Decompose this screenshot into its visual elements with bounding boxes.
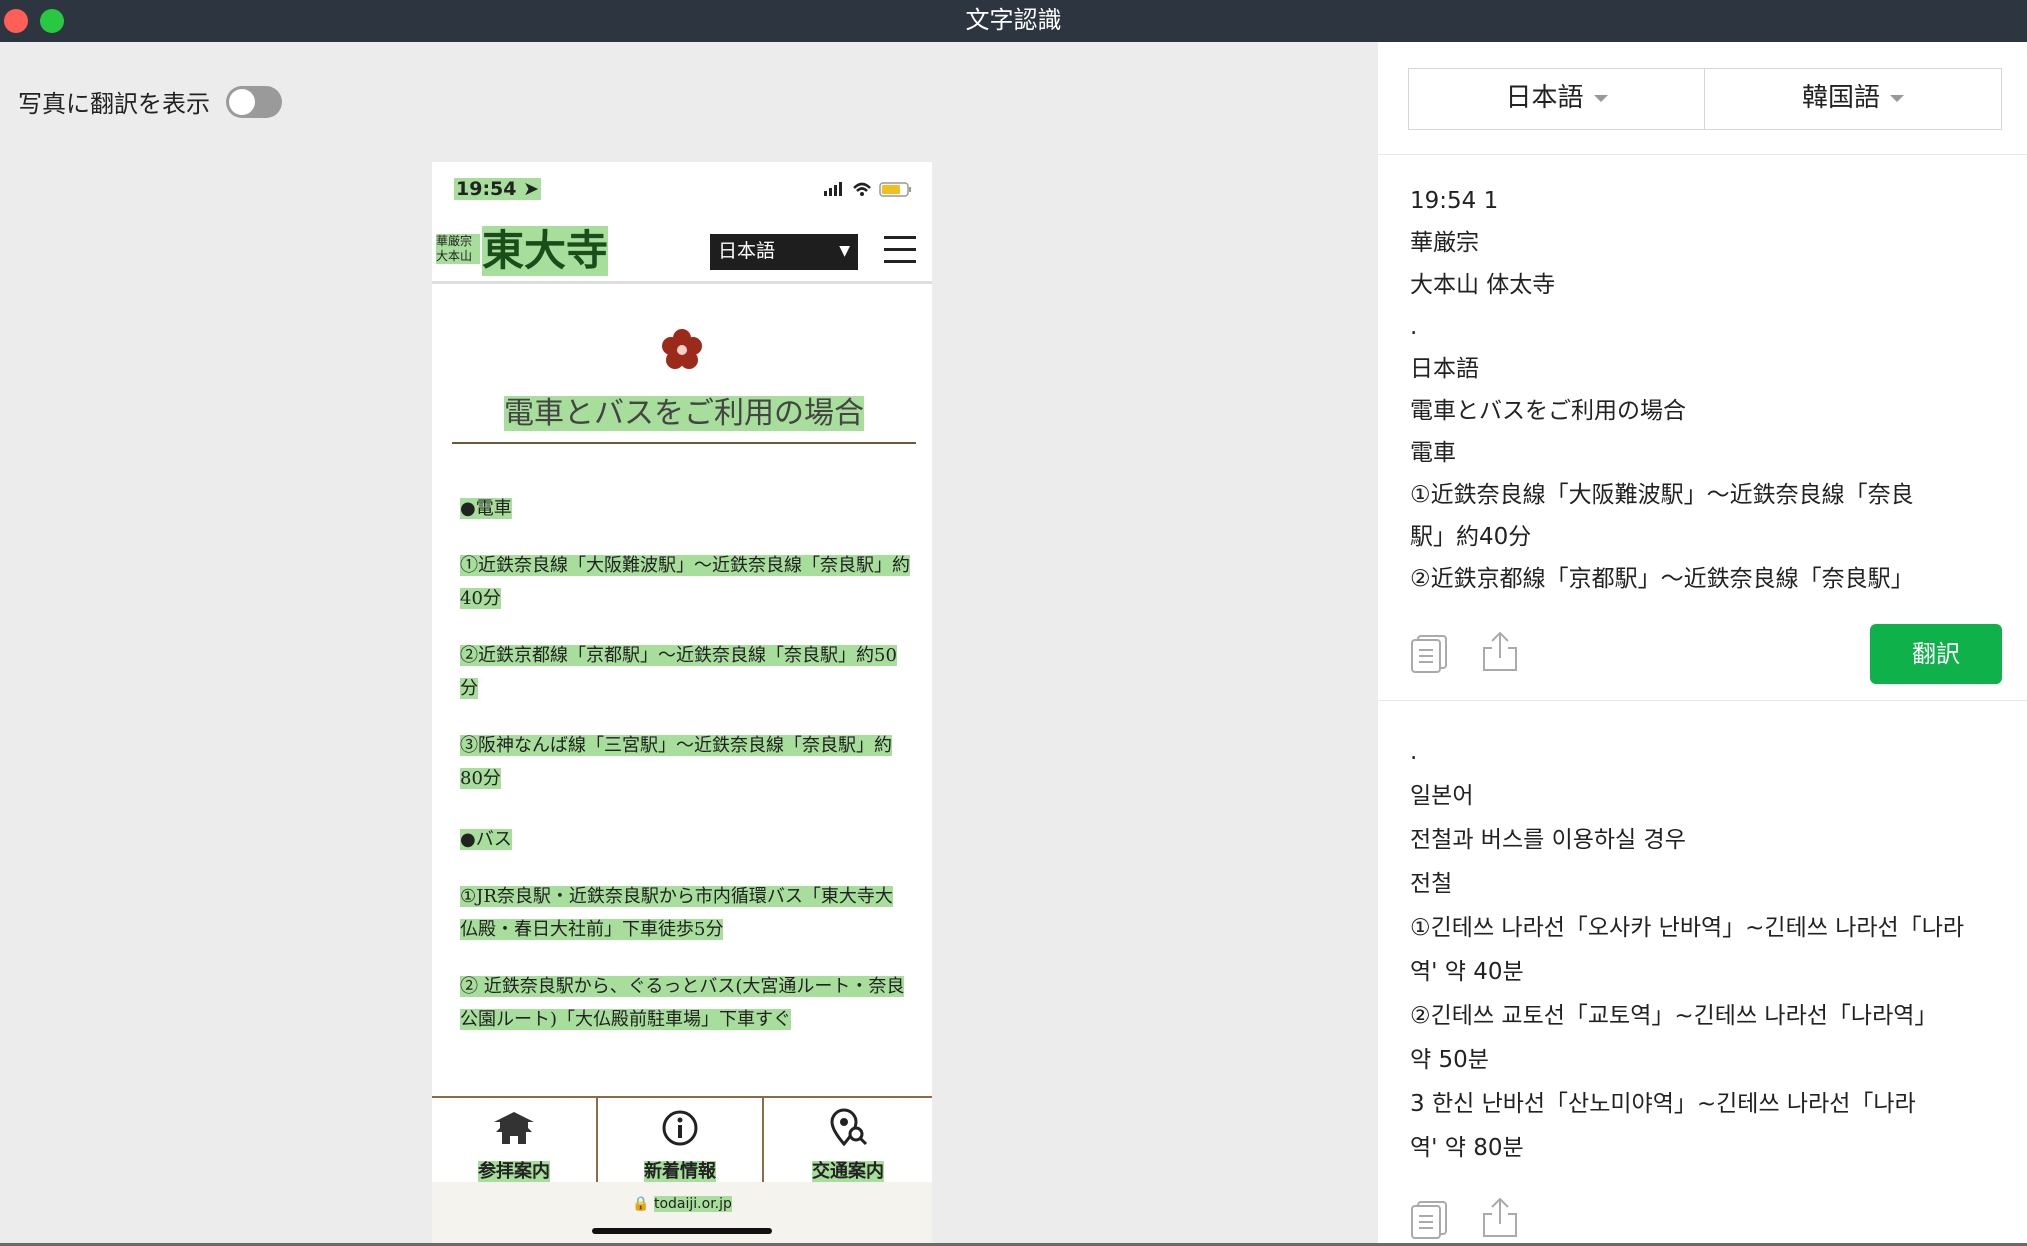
window-titlebar: 文字認識 — [0, 0, 2027, 42]
toggle-knob — [229, 89, 255, 115]
copy-icon[interactable] — [1408, 1196, 1452, 1240]
source-line: 電車 — [1410, 440, 1456, 466]
source-text[interactable]: 19:54 1 華厳宗 大本山 体太寺 . 日本語 電車とバスをご利用の場合 電… — [1410, 180, 1990, 600]
target-line: 역' 약 40분 — [1410, 959, 1524, 985]
target-line: 3 한신 난바선「산노미야역」~긴테쓰 나라선「나라 — [1410, 1091, 1916, 1117]
language-selector: 日本語 韓国語 — [1408, 68, 2002, 130]
source-line: 電車とバスをご利用の場合 — [1410, 398, 1686, 424]
phone-screenshot: 19:54 ➤ 華厳宗 大本山 東大寺 日本語 ▼ 電車とバスをご利用の場合 ●電… — [432, 162, 932, 1246]
section-bus: ●バス — [460, 829, 512, 850]
info-icon — [662, 1110, 698, 1146]
tab-visit-guide[interactable]: 参拝案内 — [432, 1098, 598, 1182]
window-title: 文字認識 — [965, 6, 1062, 34]
bottom-tab-bar: 参拝案内 新着情報 交通案内 — [432, 1096, 932, 1182]
tab-access[interactable]: 交通案内 — [764, 1098, 932, 1182]
source-line: 駅」約40分 — [1410, 524, 1532, 550]
map-pin-search-icon — [830, 1108, 868, 1147]
tab-news[interactable]: 新着情報 — [598, 1098, 764, 1182]
hamburger-menu-icon[interactable] — [884, 236, 916, 266]
signal-icon — [824, 182, 842, 196]
status-icons — [824, 182, 911, 197]
target-line: 전철 — [1410, 871, 1453, 897]
target-line: ②긴테쓰 교토선「교토역」~긴테쓰 나라선「나라역」 — [1410, 1003, 1938, 1029]
divider — [1378, 700, 2027, 701]
target-line: . — [1410, 739, 1418, 765]
list-item: ①近鉄奈良線「大阪難波駅」〜近鉄奈良線「奈良駅」約40分 — [460, 555, 910, 609]
translation-pane: 日本語 韓国語 19:54 1 華厳宗 大本山 体太寺 . 日本語 電車とバスを… — [1378, 42, 2027, 1246]
temple-icon — [494, 1112, 534, 1144]
share-icon[interactable] — [1478, 630, 1522, 674]
target-line: 역' 약 80분 — [1410, 1135, 1524, 1161]
translate-button[interactable]: 翻訳 — [1870, 624, 2002, 684]
source-line: 大本山 体太寺 — [1410, 272, 1556, 298]
list-item: ② 近鉄奈良駅から、ぐるっとバス(大宮通ルート・奈良公園ルート)「大仏殿前駐車場… — [460, 976, 905, 1030]
list-item: ②近鉄京都線「京都駅」〜近鉄奈良線「奈良駅」約50分 — [460, 645, 897, 699]
copy-icon[interactable] — [1408, 630, 1452, 674]
target-line: 약 50분 — [1410, 1047, 1489, 1073]
flower-emblem-icon — [662, 329, 702, 369]
chevron-down-icon — [1890, 95, 1904, 102]
target-language-dropdown[interactable]: 韓国語 — [1705, 69, 2001, 129]
list-item: ①JR奈良駅・近鉄奈良駅から市内循環バス「東大寺大仏殿・春日大社前」下車徒歩5分 — [460, 886, 893, 940]
site-logo[interactable]: 東大寺 — [482, 226, 609, 276]
share-icon[interactable] — [1478, 1196, 1522, 1240]
wifi-icon — [853, 182, 871, 196]
section-train: ●電車 — [460, 498, 512, 519]
target-line: ①긴테쓰 나라선「오사카 난바역」~긴테쓰 나라선「나라 — [1410, 915, 1965, 941]
source-line: 華厳宗 — [1410, 230, 1479, 256]
target-line: 전철과 버스를 이용하실 경우 — [1410, 827, 1686, 853]
show-translation-toggle[interactable] — [226, 86, 282, 118]
home-indicator — [592, 1228, 772, 1234]
page-heading: 電車とバスをご利用の場合 — [452, 388, 916, 444]
list-item: ③阪神なんば線「三宮駅」〜近鉄奈良線「奈良駅」約80分 — [460, 735, 892, 789]
source-line: 19:54 1 — [1410, 188, 1499, 214]
source-line: . — [1410, 314, 1418, 340]
language-select[interactable]: 日本語 ▼ — [710, 234, 858, 270]
lock-icon: 🔒 — [632, 1196, 650, 1212]
source-line: ②近鉄京都線「京都駅」〜近鉄奈良線「奈良駅」 — [1410, 566, 1914, 592]
show-translation-label: 写真に翻訳を表示 — [18, 90, 210, 118]
status-time: 19:54 ➤ — [454, 178, 542, 200]
source-language-dropdown[interactable]: 日本語 — [1409, 69, 1704, 129]
access-info: ●電車 ①近鉄奈良線「大阪難波駅」〜近鉄奈良線「奈良駅」約40分 ②近鉄京都線「… — [460, 492, 910, 1060]
location-arrow-icon: ➤ — [523, 178, 540, 200]
battery-icon — [879, 182, 911, 197]
site-header: 華厳宗 大本山 東大寺 日本語 ▼ — [432, 220, 932, 284]
browser-url-bar: 🔒 todaiji.or.jp — [432, 1182, 932, 1246]
source-line: 日本語 — [1410, 356, 1479, 382]
translated-text[interactable]: . 일본어 전철과 버스를 이용하실 경우 전철 ①긴테쓰 나라선「오사카 난바… — [1410, 730, 1990, 1180]
divider — [1378, 154, 2027, 155]
dropdown-arrow-icon: ▼ — [839, 243, 850, 259]
source-line: ①近鉄奈良線「大阪難波駅」〜近鉄奈良線「奈良 — [1410, 482, 1914, 508]
target-line: 일본어 — [1410, 783, 1474, 809]
logo-subtitle: 華厳宗 大本山 — [436, 234, 480, 264]
chevron-down-icon — [1593, 95, 1608, 102]
